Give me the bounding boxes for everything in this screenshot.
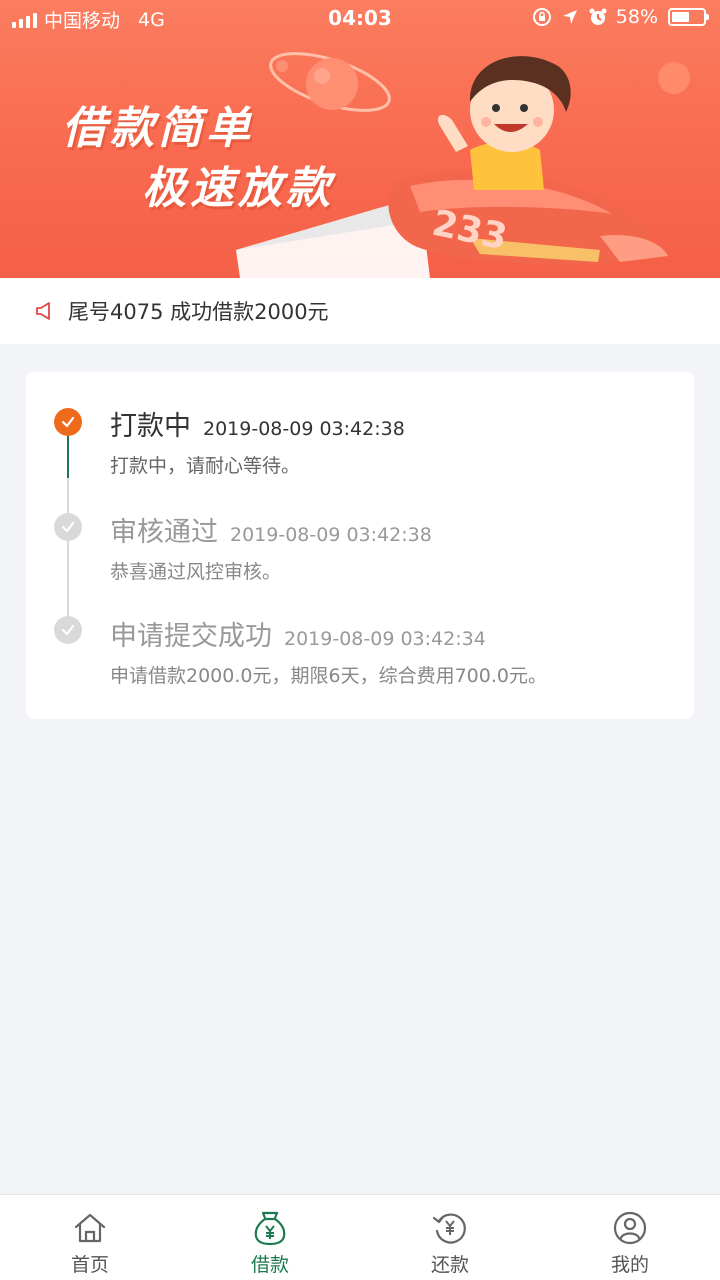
banner-headline-1: 借款简单 [62,103,254,154]
step-description: 打款中，请耐心等待。 [110,455,301,477]
tab-label: 还款 [430,1254,469,1276]
money-bag-icon [254,1211,286,1246]
step-time: 2019-08-09 03:42:38 [203,418,405,440]
bottom-tab-bar: 首页 借款 还款 我的 [0,1194,720,1280]
timeline-step-3: 申请提交成功 2019-08-09 03:42:34 申请借款2000.0元，期… [110,614,684,688]
home-icon [74,1213,106,1243]
step-time: 2019-08-09 03:42:38 [230,524,432,546]
tab-repay[interactable]: 还款 [360,1195,540,1280]
location-arrow-icon [562,10,577,24]
notice-bar: 尾号4075 成功借款2000元 [0,278,720,344]
battery-percent: 58% [615,6,658,28]
loan-progress-card: 打款中 2019-08-09 03:42:38 打款中，请耐心等待。 审核通过 … [26,372,694,719]
step-done-check-icon [54,513,82,541]
user-icon [613,1211,647,1245]
tab-home[interactable]: 首页 [0,1195,180,1280]
battery-icon [668,8,709,26]
timeline-step-2: 审核通过 2019-08-09 03:42:38 恭喜通过风控审核。 [110,510,684,584]
megaphone-icon [36,302,50,320]
step-description: 申请借款2000.0元，期限6天，综合费用700.0元。 [110,665,547,687]
timeline-connector [67,478,69,514]
step-done-check-icon [54,616,82,644]
status-bar: 中国移动 4G 04:03 58% [0,0,720,38]
timeline-connector-active [67,434,69,478]
tab-label: 我的 [610,1254,649,1276]
promo-banner[interactable]: 233 中国移动 4G 04:03 58% 借款简单 极速放款 [0,0,720,278]
rotation-lock-icon [532,8,551,26]
tab-loan[interactable]: 借款 [180,1195,360,1280]
tab-label: 借款 [250,1254,289,1276]
banner-headline-2: 极速放款 [142,163,334,214]
alarm-icon [589,8,607,25]
timeline-step-1: 打款中 2019-08-09 03:42:38 打款中，请耐心等待。 [110,404,684,478]
tab-mine[interactable]: 我的 [540,1195,720,1280]
timeline-connector [67,538,69,616]
tab-label: 首页 [70,1254,109,1276]
yuan-refresh-icon [432,1213,466,1244]
step-time: 2019-08-09 03:42:34 [284,628,486,650]
step-active-check-icon [54,408,82,436]
step-description: 恭喜通过风控审核。 [110,561,282,583]
step-title: 申请提交成功 [110,621,272,652]
notice-text: 尾号4075 成功借款2000元 [68,300,329,324]
step-title: 审核通过 [110,517,218,548]
step-title: 打款中 [110,411,191,442]
